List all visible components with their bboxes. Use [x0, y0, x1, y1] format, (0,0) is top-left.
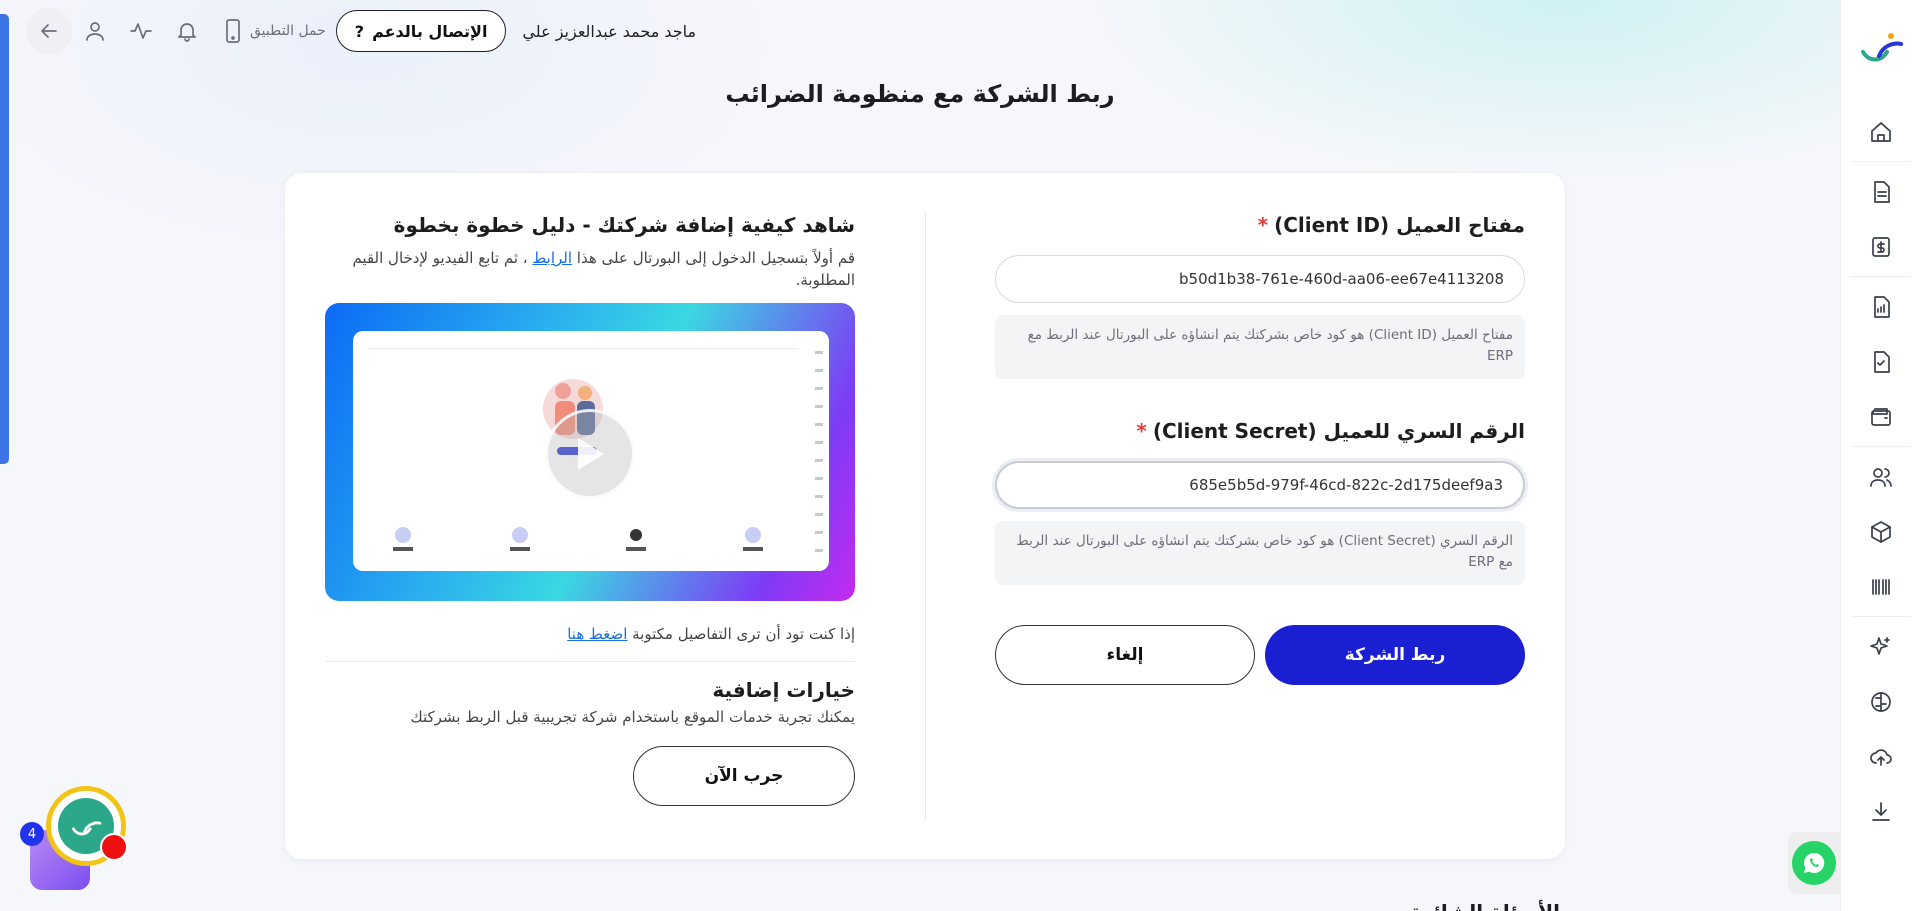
page-title: ربط الشركة مع منظومة الضرائب — [725, 80, 1115, 108]
sidebar-divider — [1850, 616, 1911, 617]
sidebar-item-customers[interactable] — [1841, 449, 1920, 504]
written-guide-text: إذا كنت تود أن ترى التفاصيل مكتوبة — [627, 625, 855, 643]
whatsapp-icon — [1792, 841, 1836, 885]
users-icon — [1869, 467, 1892, 487]
sidebar-item-upload[interactable] — [1841, 729, 1920, 784]
cancel-button[interactable]: إلغاء — [995, 625, 1255, 685]
wallet-icon — [1870, 407, 1891, 426]
brand-logo-icon — [1860, 33, 1903, 62]
question-icon: ? — [354, 21, 365, 41]
video-player[interactable] — [325, 303, 855, 601]
client-id-hint: مفتاح العميل (Client ID) هو كود خاص بشرك… — [995, 315, 1525, 379]
report-icon — [1873, 295, 1890, 318]
sidebar-item-barcodes[interactable] — [1841, 559, 1920, 614]
client-secret-input[interactable] — [995, 461, 1525, 509]
guide-title: شاهد كيفية إضافة شركتك - دليل خطوة بخطوة — [393, 213, 855, 237]
sidebar-item-products[interactable] — [1841, 504, 1920, 559]
play-button[interactable] — [545, 409, 635, 499]
try-now-button[interactable]: جرب الآن — [633, 746, 855, 806]
faq-heading: الأسئلة الشائعة — [1400, 900, 1560, 911]
thumb-sidebar — [815, 341, 823, 561]
back-button[interactable] — [26, 8, 72, 54]
form-actions: ربط الشركة إلغاء — [995, 625, 1525, 685]
checklist-icon — [1873, 350, 1890, 373]
upload-cloud-icon — [1869, 748, 1892, 766]
guide-description: قم أولاً بتسجيل الدخول إلى البورتال على … — [325, 247, 855, 291]
sidebar-item-ai[interactable] — [1841, 619, 1920, 674]
sidebar-divider — [1850, 276, 1911, 277]
client-id-label-text: مفتاح العميل (Client ID) — [1274, 213, 1525, 237]
thumb-topbar — [367, 341, 797, 349]
top-header: حمل التطبيق ? الإتصال بالدعم ماجد محمد ع… — [26, 8, 696, 54]
notifications-button[interactable] — [164, 8, 210, 54]
user-name: ماجد محمد عبدالعزيز علي — [522, 21, 697, 41]
required-mark: * — [1257, 213, 1269, 237]
user-icon — [86, 22, 104, 41]
step-illustration-icon — [743, 527, 763, 551]
sidebar-item-download[interactable] — [1841, 784, 1920, 839]
document-icon — [1873, 180, 1890, 203]
video-guide: شاهد كيفية إضافة شركتك - دليل خطوة بخطوة… — [325, 213, 855, 806]
sidebar-item-invoices[interactable] — [1841, 219, 1920, 274]
home-icon — [1870, 121, 1891, 142]
support-button[interactable]: ? الإتصال بالدعم — [335, 10, 507, 52]
get-app-label: حمل التطبيق — [250, 23, 326, 39]
sidebar-item-approvals[interactable] — [1841, 334, 1920, 389]
activity-icon — [130, 23, 152, 39]
guide-desc-text: قم أولاً بتسجيل الدخول إلى البورتال على … — [572, 249, 855, 267]
client-id-label: مفتاح العميل (Client ID)* — [995, 213, 1525, 237]
box-icon — [1870, 520, 1891, 543]
link-company-button[interactable]: ربط الشركة — [1265, 625, 1525, 685]
sidebar-divider — [1850, 161, 1911, 162]
sidebar-item-home[interactable] — [1841, 104, 1920, 159]
extra-options-title: خيارات إضافية — [712, 678, 855, 702]
get-app-link[interactable]: حمل التطبيق — [222, 18, 326, 44]
step-illustration-icon — [393, 527, 414, 551]
extra-options-description: يمكنك تجربة خدمات الموقع باستخدام شركة ت… — [410, 708, 855, 726]
vertical-divider — [925, 213, 926, 820]
client-id-input[interactable] — [995, 255, 1525, 303]
sidebar-item-insights[interactable] — [1841, 674, 1920, 729]
right-sidebar — [1840, 0, 1920, 911]
sparkle-icon — [1869, 636, 1890, 655]
activity-button[interactable] — [118, 8, 164, 54]
section-divider — [325, 661, 855, 662]
portal-link[interactable]: الرابط — [532, 249, 572, 267]
notification-badge: 4 — [20, 822, 44, 846]
sidebar-item-documents[interactable] — [1841, 164, 1920, 219]
arrow-left-icon — [41, 24, 57, 38]
client-secret-label-text: الرقم السري للعميل (Client Secret) — [1152, 419, 1525, 443]
play-icon — [578, 438, 604, 470]
whatsapp-button[interactable] — [1788, 832, 1840, 894]
bell-icon — [178, 23, 196, 42]
written-guide-link[interactable]: اضغط هنا — [567, 625, 627, 643]
profile-button[interactable] — [72, 8, 118, 54]
written-guide-line: إذا كنت تود أن ترى التفاصيل مكتوبة اضغط … — [325, 625, 855, 643]
support-label: الإتصال بالدعم — [372, 21, 488, 41]
required-mark: * — [1136, 419, 1147, 443]
sidebar-divider — [1850, 446, 1911, 447]
link-company-card: مفتاح العميل (Client ID)* مفتاح العميل (… — [284, 172, 1566, 860]
thumb-steps — [383, 521, 773, 561]
sidebar-item-wallet[interactable] — [1841, 389, 1920, 444]
credentials-form: مفتاح العميل (Client ID)* مفتاح العميل (… — [995, 213, 1525, 685]
mobile-phone-icon — [226, 19, 240, 43]
download-icon — [1871, 801, 1890, 821]
step-illustration-icon — [626, 529, 647, 551]
invoice-dollar-icon — [1871, 236, 1890, 257]
client-secret-label: الرقم السري للعميل (Client Secret)* — [995, 419, 1525, 443]
sidebar-item-reports[interactable] — [1841, 279, 1920, 334]
client-secret-hint: الرقم السري (Client Secret) هو كود خاص ب… — [995, 521, 1525, 585]
status-dot — [100, 833, 128, 861]
step-illustration-icon — [509, 527, 530, 551]
brain-icon — [1870, 691, 1891, 712]
barcode-icon — [1871, 578, 1890, 595]
